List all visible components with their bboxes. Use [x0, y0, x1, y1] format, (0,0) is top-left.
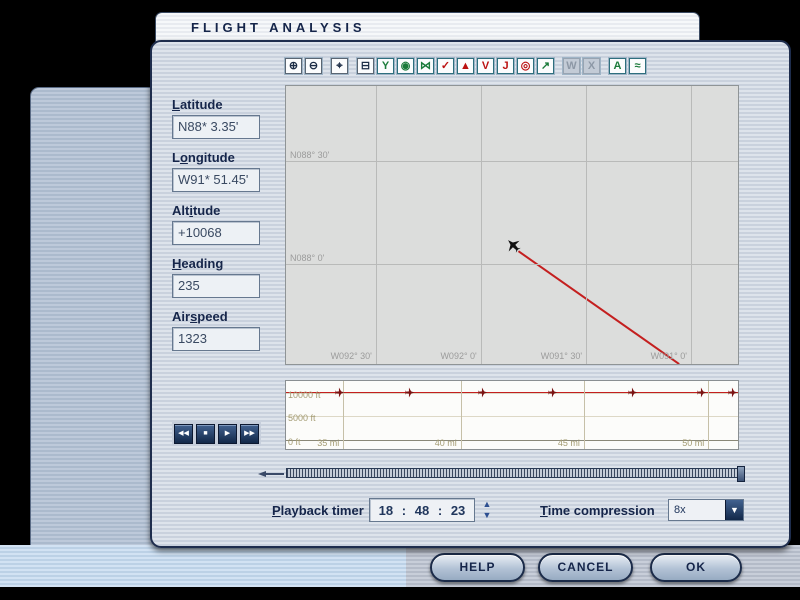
altitude-field-group: Altitude +10068	[172, 203, 262, 245]
track-markers-button[interactable]: ⋈	[417, 58, 434, 74]
longitude-input[interactable]: W91* 51.45'	[172, 168, 260, 192]
profile-aircraft-marker-icon	[404, 387, 417, 398]
profile-aircraft-marker-icon	[728, 387, 738, 398]
spinner-up-icon[interactable]: ▲	[480, 499, 494, 510]
timer-seconds: 23	[450, 502, 466, 518]
map-longitude-label: W092° 0'	[440, 351, 477, 361]
slider-track[interactable]	[286, 466, 745, 482]
slider-thumb[interactable]	[737, 466, 745, 482]
playback-slider[interactable]	[258, 466, 750, 482]
rewind-button[interactable]: ◀◀	[174, 424, 193, 444]
map-toolbar: ⊕ ⊖ ⌖ ⊟ Y ◉ ⋈ ✓ ▲ V J ◎ ↗ W X A ≈	[285, 58, 649, 76]
ground-track-map[interactable]: W092° 30' W092° 0' W091° 30' W091° 0' N088° …	[285, 85, 739, 365]
timer-minutes: 48	[414, 502, 430, 518]
playback-timer-input[interactable]: 18 : 48 : 23	[369, 498, 475, 522]
profile-gridline-horizontal	[286, 416, 738, 417]
profile-aircraft-marker-icon	[478, 387, 490, 398]
profile-distance-label: 45 mi	[557, 438, 580, 448]
profile-distance-label: 40 mi	[434, 438, 457, 448]
latitude-label: Latitude	[172, 97, 223, 112]
flight-path-line	[517, 250, 680, 364]
track-position-button[interactable]: ◉	[397, 58, 414, 74]
combo-dropdown-icon[interactable]: ▼	[725, 500, 743, 520]
map-gridline-horizontal	[286, 161, 738, 163]
map-gridline-vertical	[690, 86, 692, 364]
marker-arrow-button[interactable]: ↗	[537, 58, 554, 74]
map-gridline-vertical	[480, 86, 482, 364]
map-gridline-vertical	[586, 86, 588, 364]
airspeed-input[interactable]: 1323	[172, 327, 260, 351]
fast-forward-button[interactable]: ▶▶	[240, 424, 259, 444]
time-compression-select[interactable]: 8x ▼	[668, 499, 744, 521]
bottom-left-bar	[0, 545, 406, 587]
timer-hours: 18	[378, 502, 394, 518]
altitude-input[interactable]: +10068	[172, 221, 260, 245]
zoom-in-button[interactable]: ⊕	[285, 58, 302, 74]
latitude-input[interactable]: N88* 3.35'	[172, 115, 260, 139]
marker-triangle-button[interactable]: ▲	[457, 58, 474, 74]
profile-aircraft-marker-icon	[696, 387, 709, 398]
map-longitude-label: W091° 0'	[650, 351, 687, 361]
longitude-field-group: Longitude W91* 51.45'	[172, 150, 262, 192]
altitude-profile-chart: 10000 ft 5000 ft 0 ft 35 mi 40 mi 45 mi 50 mi	[285, 380, 739, 450]
latitude-field-group: Latitude N88* 3.35'	[172, 97, 262, 139]
x-disabled-button[interactable]: X	[583, 58, 600, 74]
profile-altitude-label: 0 ft	[288, 437, 301, 447]
heading-field-group: Heading 235	[172, 256, 262, 298]
longitude-label: Longitude	[172, 150, 235, 165]
airspeed-field-group: Airspeed 1323	[172, 309, 262, 351]
profile-gridline-vertical	[583, 381, 585, 449]
flight-analysis-tab[interactable]: FLIGHT ANALYSIS	[155, 12, 700, 42]
bottom-button-bar: HELP CANCEL OK	[406, 545, 800, 587]
map-gridline-vertical	[375, 86, 377, 364]
timer-spinner[interactable]: ▲ ▼	[480, 499, 494, 521]
map-longitude-label: W091° 30'	[540, 351, 583, 361]
airspeed-label: Airspeed	[172, 309, 228, 324]
stop-button[interactable]: ■	[196, 424, 215, 444]
map-longitude-label: W092° 30'	[330, 351, 372, 361]
heading-input[interactable]: 235	[172, 274, 260, 298]
time-compression-label: Time compression	[540, 503, 655, 518]
altitude-label: Altitude	[172, 203, 221, 218]
slider-left-arrow-icon[interactable]	[258, 471, 284, 477]
flight-analysis-dialog: ⊕ ⊖ ⌖ ⊟ Y ◉ ⋈ ✓ ▲ V J ◎ ↗ W X A ≈ Latitude N88* 3.35' Lo…	[150, 40, 791, 548]
playback-timer-label: Playback timer	[272, 503, 364, 518]
profile-distance-label: 50 mi	[682, 438, 705, 448]
profile-distance-label: 35 mi	[317, 438, 340, 448]
label-a-button[interactable]: A	[609, 58, 626, 74]
heading-label: Heading	[172, 256, 224, 271]
profile-gridline-vertical	[460, 381, 462, 449]
marker-spiral-button[interactable]: ◎	[517, 58, 534, 74]
pan-center-button[interactable]: ⌖	[331, 58, 348, 74]
print-button[interactable]: ⊟	[357, 58, 374, 74]
spinner-down-icon[interactable]: ▼	[480, 510, 494, 521]
profile-aircraft-marker-icon	[627, 387, 640, 398]
marker-v-button[interactable]: V	[477, 58, 494, 74]
marker-j-button[interactable]: J	[497, 58, 514, 74]
play-button[interactable]: ▶	[218, 424, 237, 444]
profile-altitude-label: 5000 ft	[288, 413, 316, 423]
map-gridline-horizontal	[286, 264, 738, 266]
zoom-out-button[interactable]: ⊖	[305, 58, 322, 74]
profile-altitude-label: 10000 ft	[288, 389, 321, 400]
track-start-button[interactable]: Y	[377, 58, 394, 74]
help-button[interactable]: HELP	[430, 553, 525, 582]
playback-transport: ◀◀ ■ ▶ ▶▶	[174, 424, 262, 444]
ok-button[interactable]: OK	[650, 553, 742, 582]
profile-gridline-horizontal	[286, 392, 738, 394]
profile-aircraft-marker-icon	[547, 387, 560, 398]
wind-trace-button[interactable]: ≈	[629, 58, 646, 74]
map-latitude-label: N088° 30'	[290, 150, 330, 161]
marker-check-button[interactable]: ✓	[437, 58, 454, 74]
w-disabled-button[interactable]: W	[563, 58, 580, 74]
profile-aircraft-marker-icon	[335, 387, 347, 398]
map-latitude-label: N088° 0'	[290, 253, 325, 264]
profile-gridline-horizontal	[286, 440, 738, 441]
cancel-button[interactable]: CANCEL	[538, 553, 633, 582]
